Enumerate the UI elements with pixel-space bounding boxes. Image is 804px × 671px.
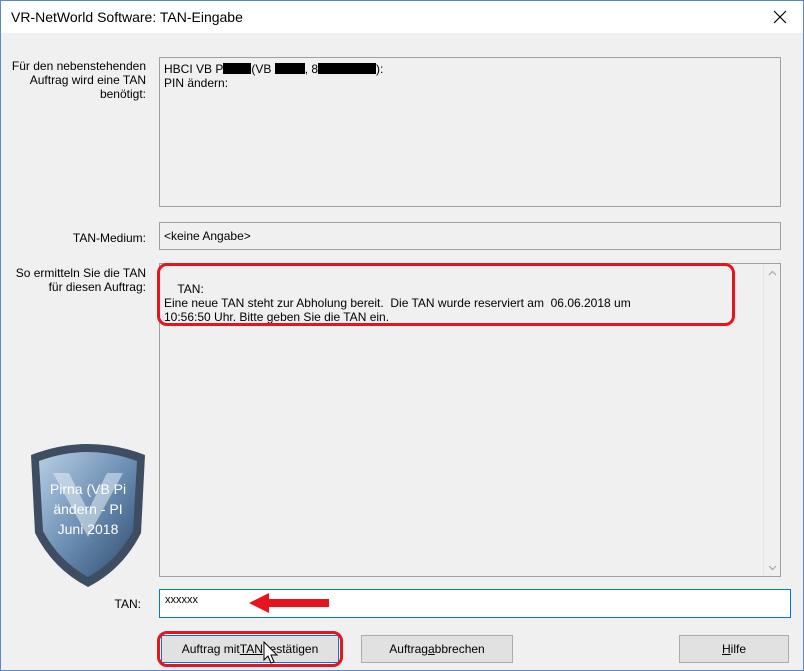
medium-label: TAN-Medium: [72, 231, 146, 245]
help-label-underlined: H [721, 642, 731, 656]
close-button[interactable] [757, 1, 803, 33]
instructions-scrollbar[interactable] [763, 264, 780, 576]
mouse-cursor-icon [263, 641, 279, 664]
tan-label: TAN: [114, 597, 141, 611]
scroll-up-button[interactable] [764, 264, 781, 281]
order-line1-d: ): [376, 62, 384, 76]
watermark-line-3: Juni 2018 [57, 521, 119, 537]
cancel-order-button[interactable]: Auftrag a bbrechen [361, 635, 513, 663]
instructions-box: TAN: Eine neue TAN steht zur Abholung be… [159, 263, 781, 577]
window-title: VR-NetWorld Software: TAN-Eingabe [11, 9, 243, 25]
instructions-label: So ermitteln Sie die TAN für diesen Auft… [15, 266, 146, 294]
scroll-down-button[interactable] [764, 559, 781, 576]
help-button[interactable]: Hilfe [679, 635, 789, 663]
order-line1-c: , 8 [304, 62, 319, 76]
instructions-text: TAN: Eine neue TAN steht zur Abholung be… [164, 282, 631, 324]
shield-watermark: Pirna (VB Pi ändern - PI Juni 2018 [23, 437, 153, 589]
confirm-label-pre: Auftrag mit [181, 642, 240, 656]
chevron-down-icon [768, 565, 777, 570]
order-line2: PIN ändern: [164, 76, 229, 90]
watermark-text: Pirna (VB Pi ändern - PI Juni 2018 [23, 479, 153, 539]
redaction-1 [223, 63, 252, 74]
cancel-label-underlined: a [427, 642, 435, 656]
title-bar: VR-NetWorld Software: TAN-Eingabe [1, 1, 803, 33]
tan-dialog-window: VR-NetWorld Software: TAN-Eingabe Für de… [0, 0, 804, 671]
redaction-2 [274, 63, 305, 74]
watermark-line-2: ändern - PI [53, 501, 123, 517]
help-label-post: ilfe [730, 642, 746, 656]
order-line1-b: (VB [251, 62, 275, 76]
cancel-label-pre: Auftrag [389, 642, 428, 656]
confirm-label-underlined: TAN [239, 642, 263, 656]
confirm-tan-button[interactable]: Auftrag mit TAN bestätigen [161, 635, 339, 663]
chevron-up-icon [768, 270, 777, 275]
watermark-line-1: Pirna (VB Pi [49, 481, 127, 497]
order-box: HBCI VB P (VB , 8): PIN ändern: [159, 57, 781, 207]
cancel-label-post: bbrechen [434, 642, 485, 656]
redaction-3 [318, 63, 377, 74]
medium-box: <keine Angabe> [159, 222, 781, 250]
order-line1-a: HBCI VB P [164, 62, 224, 76]
arrow-left-icon [249, 593, 329, 613]
order-label: Für den nebenstehenden Auftrag wird eine… [11, 59, 146, 101]
close-icon [773, 10, 787, 24]
